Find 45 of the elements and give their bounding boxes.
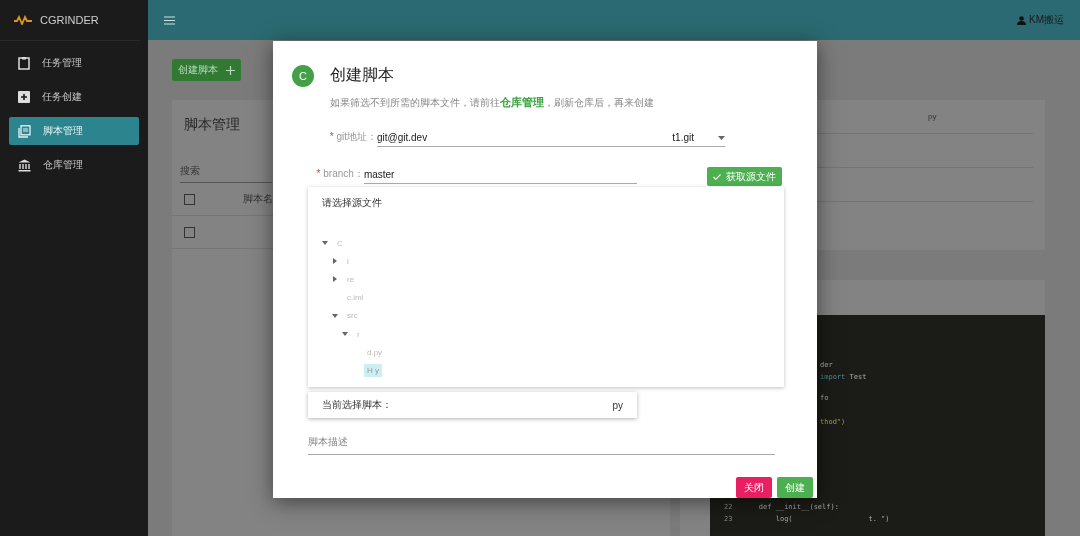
current-script-value: py: [612, 399, 623, 411]
sidebar-item[interactable]: 任务创建: [9, 83, 139, 111]
column-header: 脚本名: [243, 192, 273, 206]
sidebar-item[interactable]: 仓库管理: [9, 151, 139, 179]
documents-icon: [18, 124, 31, 138]
tree-item[interactable]: c.iml: [344, 291, 367, 305]
field-label: * branch：: [315, 167, 364, 181]
avatar: C: [292, 65, 314, 87]
app-logo-text: CGRINDER: [40, 14, 99, 26]
clipboard-icon: [18, 56, 30, 70]
expand-caret-icon[interactable]: [333, 258, 337, 265]
file-name: py: [928, 112, 937, 121]
plus-icon: [226, 65, 235, 75]
user-icon: [1017, 15, 1026, 25]
sidebar-item[interactable]: 脚本管理: [9, 117, 139, 145]
tree-item[interactable]: H y: [364, 363, 382, 377]
expand-caret-icon[interactable]: [333, 276, 337, 283]
field-label: * git地址：: [328, 130, 377, 144]
collapse-caret-icon[interactable]: [322, 241, 328, 246]
check-icon: [713, 173, 721, 180]
current-script-label: 当前选择脚本：: [322, 398, 392, 412]
fetch-files-button[interactable]: 获取源文件: [707, 167, 782, 186]
add-box-icon: [18, 91, 30, 103]
sidebar-item[interactable]: 任务管理: [9, 49, 139, 77]
user-name[interactable]: KM搬运: [1029, 13, 1064, 27]
panel-title: 请选择源文件: [322, 196, 383, 210]
bank-icon: [18, 158, 31, 172]
create-script-button[interactable]: 创建脚本: [172, 59, 241, 81]
logo-icon: [14, 15, 32, 25]
create-button[interactable]: 创建: [777, 477, 813, 498]
close-button[interactable]: 关闭: [736, 477, 772, 498]
checkbox[interactable]: [184, 193, 195, 205]
hint-text: 如果筛选不到所需的脚本文件，请前往仓库管理，刷新仓库后，再来创建: [330, 95, 654, 110]
menu-icon[interactable]: [164, 15, 175, 25]
description-field[interactable]: 脚本描述: [308, 435, 775, 455]
dialog-title: 创建脚本: [330, 65, 395, 85]
checkbox[interactable]: [184, 226, 195, 238]
dropdown-icon: [718, 135, 725, 140]
collapse-caret-icon[interactable]: [332, 313, 338, 318]
repository-link[interactable]: 仓库管理: [500, 96, 544, 108]
branch-field[interactable]: master: [363, 169, 637, 184]
card-title: 脚本管理: [184, 116, 241, 134]
git-select[interactable]: git@git.dev t1.git: [377, 132, 725, 147]
collapse-caret-icon[interactable]: [342, 332, 348, 337]
search-field[interactable]: 搜索: [180, 164, 272, 183]
